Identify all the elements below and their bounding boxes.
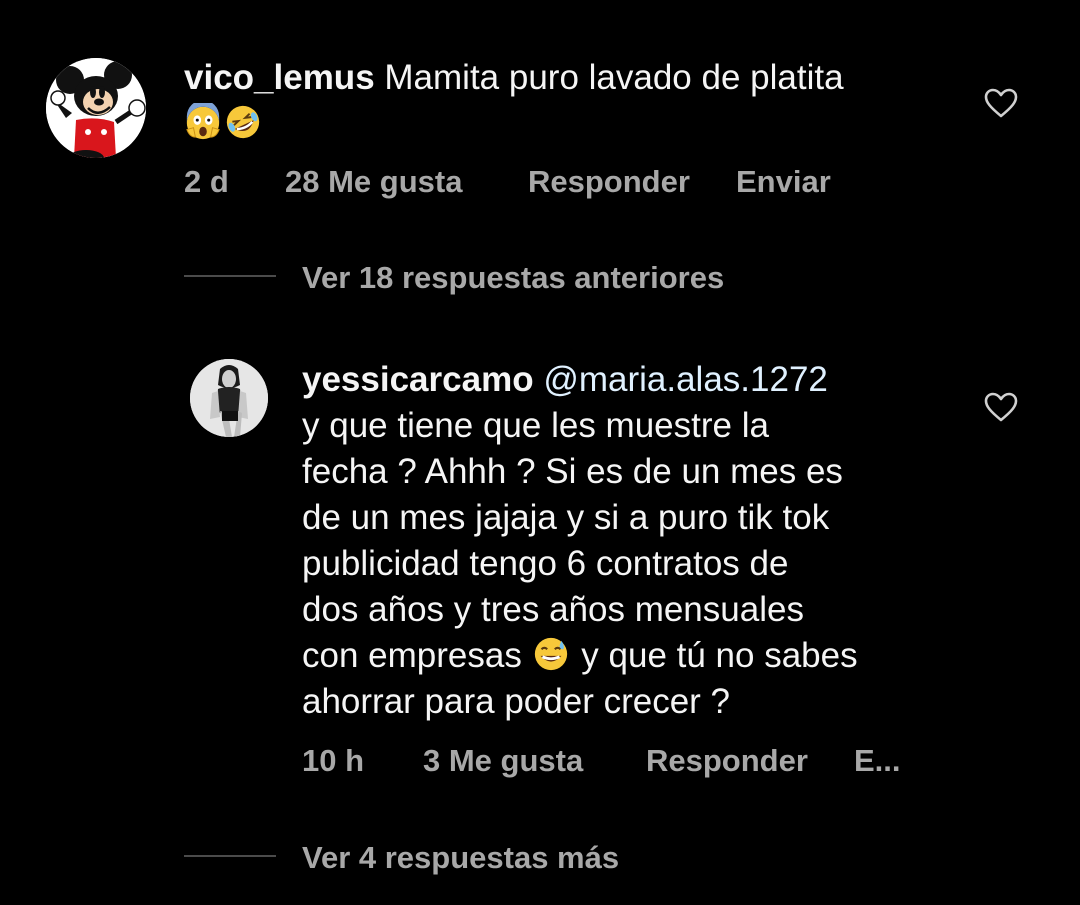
reply-mention-link[interactable]: @maria.alas.1272 bbox=[543, 360, 828, 399]
reply-line: fecha ? Ahhh ? Si es de un mes es bbox=[302, 452, 843, 491]
like-comment-heart-icon[interactable] bbox=[984, 88, 1018, 118]
reply-line: ahorrar para poder crecer ? bbox=[302, 682, 730, 721]
reply-line: y que tiene que les muestre la bbox=[302, 406, 769, 445]
grinning-face-with-sweat-emoji-icon bbox=[532, 635, 570, 673]
comment-send-button[interactable]: Enviar bbox=[736, 164, 831, 200]
comments-page: vico_lemus Mamita puro lavado de platita bbox=[0, 0, 1080, 905]
rolling-on-floor-laughing-emoji-icon bbox=[224, 103, 262, 141]
thread-divider bbox=[184, 855, 276, 857]
profile-photo-image bbox=[190, 359, 268, 437]
comment-timestamp: 2 d bbox=[184, 164, 229, 199]
view-previous-replies-button[interactable]: Ver 18 respuestas anteriores bbox=[302, 260, 724, 296]
reply-timestamp: 10 h bbox=[302, 743, 365, 778]
comment-likes-count[interactable]: 28 Me gusta bbox=[285, 164, 462, 200]
reply-line: con empresas bbox=[302, 636, 522, 675]
mickey-avatar-image bbox=[46, 58, 146, 158]
face-screaming-in-fear-emoji-icon bbox=[184, 103, 222, 141]
avatar-vico-lemus[interactable] bbox=[46, 58, 146, 158]
reply-line: publicidad tengo 6 contratos de bbox=[302, 544, 789, 583]
comment-username[interactable]: vico_lemus bbox=[184, 58, 375, 97]
view-more-replies-button[interactable]: Ver 4 respuestas más bbox=[302, 840, 619, 876]
reply-likes-count[interactable]: 3 Me gusta bbox=[423, 743, 583, 779]
comment-text: Mamita puro lavado de platita bbox=[384, 58, 844, 97]
comment-reply-button[interactable]: Responder bbox=[528, 164, 690, 200]
reply-line: dos años y tres años mensuales bbox=[302, 590, 804, 629]
reply-send-button[interactable]: E... bbox=[854, 743, 901, 779]
reply-reply-button[interactable]: Responder bbox=[646, 743, 808, 779]
avatar-yessicarcamo[interactable] bbox=[190, 359, 268, 437]
reply-body: yessicarcamo @maria.alas.1272 y que tien… bbox=[302, 357, 942, 725]
reply-username[interactable]: yessicarcamo bbox=[302, 360, 534, 399]
comment-body: vico_lemus Mamita puro lavado de platita bbox=[184, 55, 944, 147]
like-reply-heart-icon[interactable] bbox=[984, 392, 1018, 422]
thread-divider bbox=[184, 275, 276, 277]
reply-line: de un mes jajaja y si a puro tik tok bbox=[302, 498, 830, 537]
reply-line: y que tú no sabes bbox=[581, 636, 858, 675]
